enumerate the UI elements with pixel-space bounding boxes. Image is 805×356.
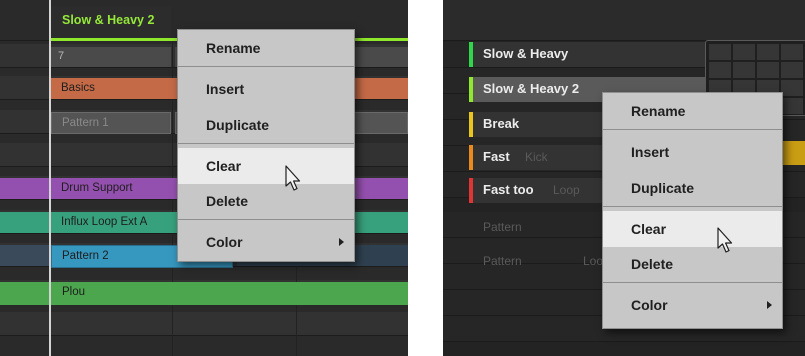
arranger-row [0, 312, 408, 336]
pad[interactable] [733, 44, 755, 60]
arrow-cursor-icon [717, 227, 733, 253]
menu-item-insert[interactable]: Insert [603, 134, 782, 170]
menu-item-clear[interactable]: Clear [178, 148, 354, 184]
clip-influx[interactable] [0, 212, 49, 233]
menu-item-duplicate[interactable]: Duplicate [603, 170, 782, 206]
menu-divider [178, 219, 354, 220]
arrow-cursor-icon [285, 165, 301, 191]
clip-drum-support[interactable] [0, 178, 49, 199]
clip-label: Influx Loop Ext A [61, 216, 148, 228]
pad[interactable] [781, 44, 803, 60]
menu-item-color[interactable]: Color [178, 224, 354, 260]
context-menu: Rename Insert Duplicate Clear Delete Color [602, 92, 783, 329]
clip-pattern-2[interactable] [0, 245, 49, 266]
menu-item-label: Rename [206, 40, 261, 56]
menu-item-label: Insert [631, 144, 670, 160]
menu-item-label: Duplicate [206, 117, 270, 133]
pad[interactable] [781, 98, 803, 114]
menu-item-insert[interactable]: Insert [178, 71, 354, 107]
playhead[interactable] [49, 0, 51, 356]
submenu-arrow-icon [767, 301, 772, 309]
ruler-cell [51, 47, 171, 67]
pad[interactable] [733, 62, 755, 78]
menu-item-label: Delete [631, 256, 674, 272]
submenu-arrow-icon [339, 238, 344, 246]
clip-label: Pattern 1 [62, 117, 109, 129]
clip-label: Plou [62, 286, 86, 298]
menu-item-rename[interactable]: Rename [603, 93, 782, 129]
scene-list-header [443, 0, 805, 41]
menu-item-label: Delete [206, 193, 249, 209]
clip-label: Pattern 2 [62, 250, 109, 262]
pad[interactable] [757, 62, 779, 78]
ghost-label: Loop [553, 183, 580, 197]
scene-color-swatch [469, 112, 473, 137]
pad[interactable] [781, 62, 803, 78]
menu-item-label: Clear [631, 221, 667, 237]
menu-divider [178, 143, 354, 144]
clip-label: Drum Support [61, 182, 133, 194]
menu-item-label: Duplicate [631, 180, 695, 196]
menu-item-label: Insert [206, 81, 245, 97]
pad[interactable] [709, 44, 731, 60]
menu-item-rename[interactable]: Rename [178, 30, 354, 66]
ghost-label: Pattern [483, 254, 522, 268]
scene-item-label: Fast too [483, 182, 534, 197]
scene-list-panel: Slow & Heavy Slow & Heavy 2 Break Fast F… [443, 0, 805, 356]
menu-item-delete[interactable]: Delete [603, 246, 782, 282]
clip-pattern-1[interactable]: Pattern 1 [51, 112, 171, 134]
clip-plou[interactable]: Plou [0, 282, 408, 305]
scene-color-swatch [469, 145, 473, 170]
pad[interactable] [781, 80, 803, 96]
scene-item-label: Fast [483, 149, 510, 164]
menu-item-delete[interactable]: Delete [178, 183, 354, 219]
menu-item-label: Color [206, 234, 243, 250]
scene-color-swatch [469, 42, 473, 67]
menu-divider [178, 66, 354, 67]
menu-item-clear[interactable]: Clear [603, 211, 782, 247]
menu-item-label: Clear [206, 158, 242, 174]
ghost-label: Pattern [483, 220, 522, 234]
context-menu: Rename Insert Duplicate Clear Delete Color [177, 29, 355, 262]
scene-color-swatch [469, 178, 473, 203]
pad[interactable] [757, 44, 779, 60]
scene-item-label: Slow & Heavy 2 [483, 81, 580, 96]
menu-divider [603, 282, 782, 283]
scene-item-label: Break [483, 116, 520, 131]
menu-divider [603, 206, 782, 207]
scene-item-label: Slow & Heavy [483, 46, 569, 61]
ghost-label: Kick [525, 150, 548, 164]
menu-item-color[interactable]: Color [603, 287, 782, 323]
scene-label: Slow & Heavy 2 [62, 13, 155, 27]
menu-divider [603, 129, 782, 130]
pad[interactable] [709, 62, 731, 78]
menu-item-label: Rename [631, 103, 686, 119]
scene-item-slow-heavy[interactable]: Slow & Heavy [469, 42, 725, 67]
scene-color-swatch [469, 77, 473, 102]
menu-item-label: Color [631, 297, 668, 313]
bar-number: 7 [58, 50, 65, 62]
menu-item-duplicate[interactable]: Duplicate [178, 107, 354, 143]
clip-label: Basics [61, 82, 95, 94]
arranger-panel: Slow & Heavy 2 7 Basics Pattern 1 Drum S… [0, 0, 408, 356]
